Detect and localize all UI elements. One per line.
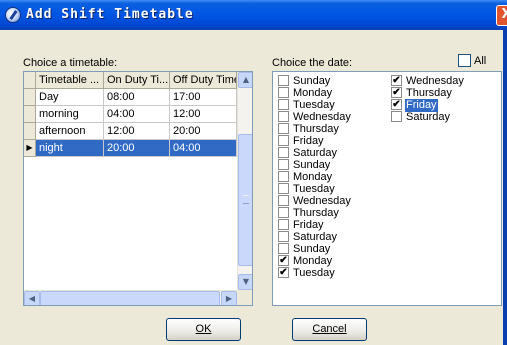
row-indicator	[24, 106, 36, 123]
vertical-scrollbar[interactable]: ▲ ▼	[237, 72, 252, 290]
table-row[interactable]: afternoon 12:00 20:00	[24, 123, 237, 140]
grid-header-indicator	[24, 72, 36, 89]
scrollbar-corner	[237, 290, 252, 305]
off-duty-cell[interactable]: 12:00	[170, 106, 237, 123]
row-indicator	[24, 123, 36, 140]
date-label: Choice the date:	[272, 57, 353, 69]
checkbox-icon[interactable]	[278, 242, 289, 254]
checked-checkbox-icon[interactable]: ✔	[278, 254, 289, 266]
checked-checkbox-icon[interactable]: ✔	[391, 74, 402, 86]
on-duty-cell[interactable]: 12:00	[104, 123, 170, 140]
table-row-selected[interactable]: ▶ night 20:00 04:00	[24, 140, 237, 157]
checkbox-icon[interactable]	[391, 110, 402, 122]
checkbox-icon[interactable]	[278, 110, 289, 122]
checkbox-icon[interactable]	[278, 182, 289, 194]
clock-icon	[5, 7, 21, 23]
off-duty-cell[interactable]: 04:00	[170, 140, 237, 157]
checked-checkbox-icon[interactable]: ✔	[391, 86, 402, 98]
day-label: Saturday	[406, 111, 451, 123]
checkbox-icon[interactable]	[278, 206, 289, 218]
scroll-right-icon[interactable]: ▶	[221, 291, 237, 305]
column-header-timetable[interactable]: Timetable ...	[36, 72, 104, 89]
day-label: Tuesday	[293, 267, 335, 279]
day-checkbox-item[interactable]: Saturday	[391, 110, 451, 124]
window-title: Add Shift Timetable	[26, 7, 194, 22]
checked-checkbox-icon[interactable]: ✔	[278, 266, 289, 278]
ok-button[interactable]: OK	[166, 318, 241, 341]
column-header-off-duty[interactable]: Off Duty Time	[170, 72, 237, 89]
day-checkbox-item[interactable]: ✔ Tuesday	[278, 266, 336, 280]
checkbox-icon[interactable]	[278, 134, 289, 146]
scroll-left-icon[interactable]: ◀	[24, 291, 40, 305]
checkbox-icon[interactable]	[278, 158, 289, 170]
timetable-name-cell[interactable]: afternoon	[36, 123, 104, 140]
all-label: All	[474, 55, 487, 67]
close-button[interactable]: X	[496, 5, 507, 26]
timetable-name-cell[interactable]: night	[36, 140, 104, 157]
window-border	[503, 30, 507, 345]
scroll-down-icon[interactable]: ▼	[238, 274, 252, 290]
checkbox-icon[interactable]	[278, 74, 289, 86]
checkbox-icon[interactable]	[278, 86, 289, 98]
timetable-name-cell[interactable]: Day	[36, 89, 104, 106]
checkbox-icon[interactable]	[278, 218, 289, 230]
off-duty-cell[interactable]: 20:00	[170, 123, 237, 140]
on-duty-cell[interactable]: 04:00	[104, 106, 170, 123]
on-duty-cell[interactable]: 20:00	[104, 140, 170, 157]
horizontal-scrollbar[interactable]: ◀ ▶	[24, 290, 237, 305]
timetable-name-cell[interactable]: morning	[36, 106, 104, 123]
all-checkbox[interactable]	[458, 54, 471, 67]
cancel-button[interactable]: Cancel	[292, 318, 367, 341]
current-row-indicator-icon: ▶	[24, 140, 36, 157]
table-row[interactable]: morning 04:00 12:00	[24, 106, 237, 123]
timetable-label: Choice a timetable:	[23, 57, 118, 69]
checkbox-icon[interactable]	[278, 170, 289, 182]
checkbox-icon[interactable]	[278, 146, 289, 158]
checkbox-icon[interactable]	[278, 98, 289, 110]
off-duty-cell[interactable]: 17:00	[170, 89, 237, 106]
checkbox-icon[interactable]	[278, 194, 289, 206]
horizontal-scroll-thumb[interactable]	[40, 291, 220, 305]
row-indicator	[24, 89, 36, 106]
checked-checkbox-icon[interactable]: ✔	[391, 98, 402, 110]
scroll-up-icon[interactable]: ▲	[238, 72, 252, 88]
title-bar: Add Shift Timetable	[0, 0, 507, 30]
checkbox-icon[interactable]	[278, 122, 289, 134]
vertical-scroll-thumb[interactable]	[238, 134, 252, 266]
timetable-grid[interactable]: Timetable ... On Duty Ti... Off Duty Tim…	[23, 71, 253, 306]
table-row[interactable]: Day 08:00 17:00	[24, 89, 237, 106]
on-duty-cell[interactable]: 08:00	[104, 89, 170, 106]
date-checklist[interactable]: Sunday Monday Tuesday Wednesday Thursday Frid…	[272, 71, 502, 306]
column-header-on-duty[interactable]: On Duty Ti...	[104, 72, 170, 89]
checkbox-icon[interactable]	[278, 230, 289, 242]
